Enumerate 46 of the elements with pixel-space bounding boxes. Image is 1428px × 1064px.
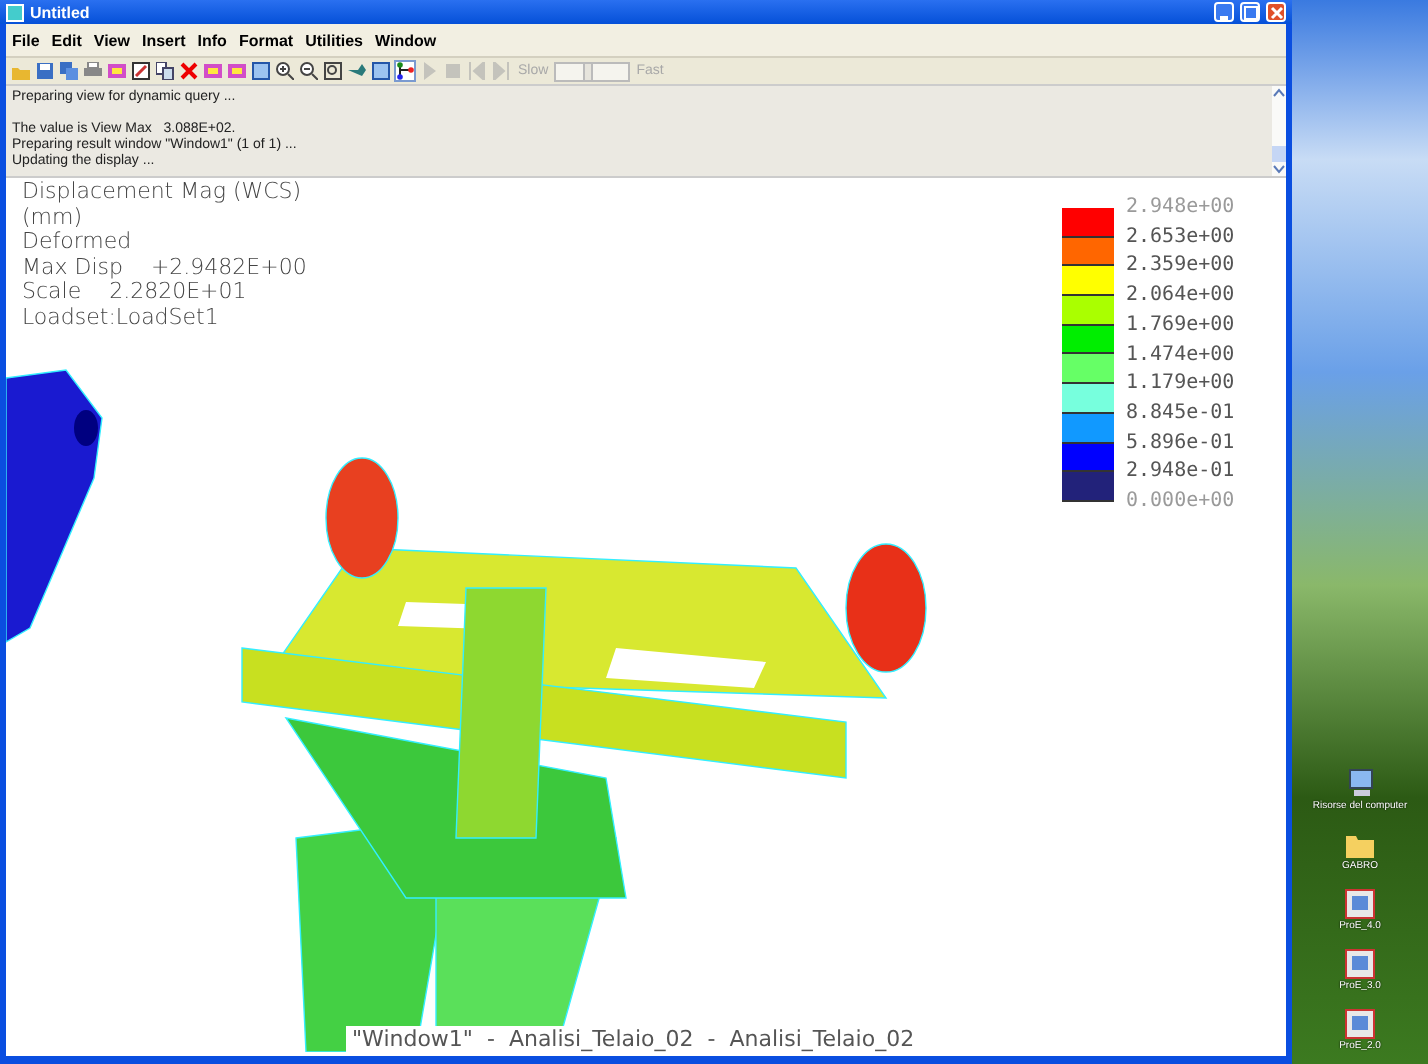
legend-value: 2.359e+00 <box>1126 252 1235 281</box>
legend-value: 2.948e+00 <box>1126 194 1235 222</box>
toolbar-button[interactable] <box>274 60 296 82</box>
result-info-text: Loadset:LoadSet1 <box>22 305 221 330</box>
legend-value: 0.000e+00 <box>1126 488 1235 517</box>
menu-item[interactable]: View <box>93 31 130 49</box>
app-icon <box>6 3 24 21</box>
close-icon <box>1269 5 1283 19</box>
app-window-icon[interactable] <box>1344 948 1376 980</box>
result-info-text: (mm) <box>22 205 85 230</box>
legend-value: 1.474e+00 <box>1126 341 1235 370</box>
computer-icon[interactable] <box>1344 768 1376 800</box>
speed-slider[interactable] <box>554 61 631 81</box>
scroll-up-icon[interactable] <box>1272 86 1286 100</box>
minimize-button[interactable] <box>1214 2 1234 22</box>
menu-item[interactable]: Format <box>238 31 294 49</box>
toolbar-button[interactable] <box>322 60 344 82</box>
maximize-icon <box>1243 5 1257 19</box>
legend-value: 5.896e-01 <box>1126 429 1235 458</box>
legend-value: 8.845e-01 <box>1126 399 1235 428</box>
menu-item[interactable]: Window <box>374 31 437 49</box>
menu-item[interactable]: Insert <box>141 31 186 49</box>
toolbar-button[interactable] <box>130 60 152 82</box>
maximize-button[interactable] <box>1240 2 1260 22</box>
result-info-text: Deformed <box>22 230 134 255</box>
legend-value: 2.064e+00 <box>1126 282 1235 311</box>
toolbar-button[interactable] <box>154 60 176 82</box>
result-info-text: Max Disp +2.9482E+00 <box>22 255 307 280</box>
result-info-text: Displacement Mag (WCS) <box>22 180 304 205</box>
result-info-text: Scale 2.2820E+01 <box>22 280 249 305</box>
menu-item[interactable]: File <box>12 31 40 49</box>
menu-item[interactable]: Utilities <box>305 31 363 49</box>
menu-item[interactable]: Edit <box>51 31 82 49</box>
legend-value: 2.948e-01 <box>1126 458 1235 487</box>
legend-value: 1.769e+00 <box>1126 311 1235 340</box>
app-window-icon[interactable] <box>1344 1008 1376 1040</box>
legend-value: 2.653e+00 <box>1126 223 1235 252</box>
scroll-down-icon[interactable] <box>1272 162 1286 176</box>
close-button[interactable] <box>1266 2 1286 22</box>
toolbar-button[interactable] <box>394 60 416 82</box>
menu-item[interactable]: Info <box>197 31 227 49</box>
toolbar-button[interactable] <box>298 60 320 82</box>
window-title: Untitled <box>30 3 90 21</box>
legend-value: 1.179e+00 <box>1126 370 1235 399</box>
app-window-icon[interactable] <box>1344 888 1376 920</box>
scrollbar[interactable] <box>1272 86 1286 176</box>
